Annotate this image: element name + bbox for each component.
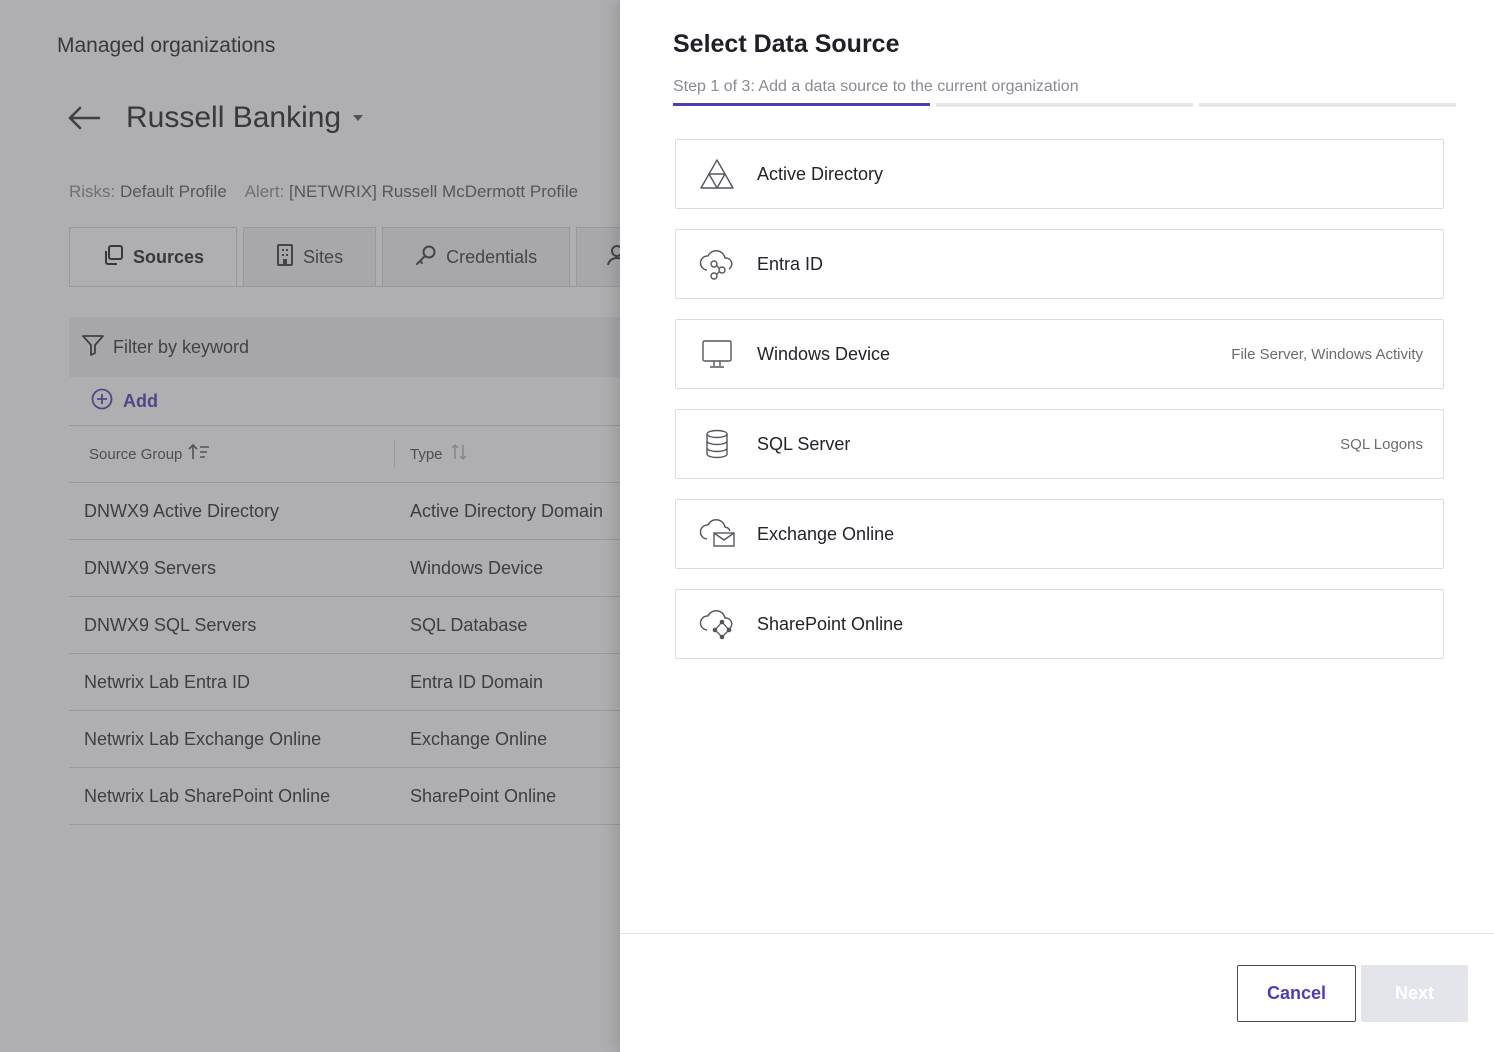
source-card-active-directory[interactable]: Active Directory xyxy=(675,139,1444,209)
source-card-windows-device[interactable]: Windows Device File Server, Windows Acti… xyxy=(675,319,1444,389)
database-icon xyxy=(698,425,736,463)
cloud-network-icon xyxy=(698,245,736,283)
cloud-share-icon xyxy=(698,605,736,643)
next-button[interactable]: Next xyxy=(1361,965,1468,1022)
source-card-entra-id[interactable]: Entra ID xyxy=(675,229,1444,299)
triangle-network-icon xyxy=(698,155,736,193)
source-card-sharepoint-online[interactable]: SharePoint Online xyxy=(675,589,1444,659)
step-2-indicator xyxy=(936,103,1193,107)
drawer-title: Select Data Source xyxy=(673,30,900,58)
source-label: Exchange Online xyxy=(757,523,895,544)
source-card-sql-server[interactable]: SQL Server SQL Logons xyxy=(675,409,1444,479)
monitor-icon xyxy=(698,335,736,373)
step-progress xyxy=(673,103,1456,107)
select-data-source-drawer: Select Data Source Step 1 of 3: Add a da… xyxy=(620,0,1494,1052)
source-sublabel: File Server, Windows Activity xyxy=(1231,345,1423,363)
source-label: SharePoint Online xyxy=(757,613,904,634)
source-label: SQL Server xyxy=(757,433,851,454)
source-sublabel: SQL Logons xyxy=(1340,435,1423,453)
step-3-indicator xyxy=(1199,103,1456,107)
drawer-footer-divider xyxy=(620,933,1494,934)
cloud-mail-icon xyxy=(698,515,736,553)
data-source-list: Active Directory Entra ID Windows Device… xyxy=(675,139,1444,679)
source-card-exchange-online[interactable]: Exchange Online xyxy=(675,499,1444,569)
source-label: Active Directory xyxy=(757,163,884,184)
step-text: Step 1 of 3: Add a data source to the cu… xyxy=(673,78,1079,95)
source-label: Entra ID xyxy=(757,253,824,274)
cancel-button[interactable]: Cancel xyxy=(1237,965,1356,1022)
step-1-indicator xyxy=(673,103,930,106)
source-label: Windows Device xyxy=(757,343,891,364)
